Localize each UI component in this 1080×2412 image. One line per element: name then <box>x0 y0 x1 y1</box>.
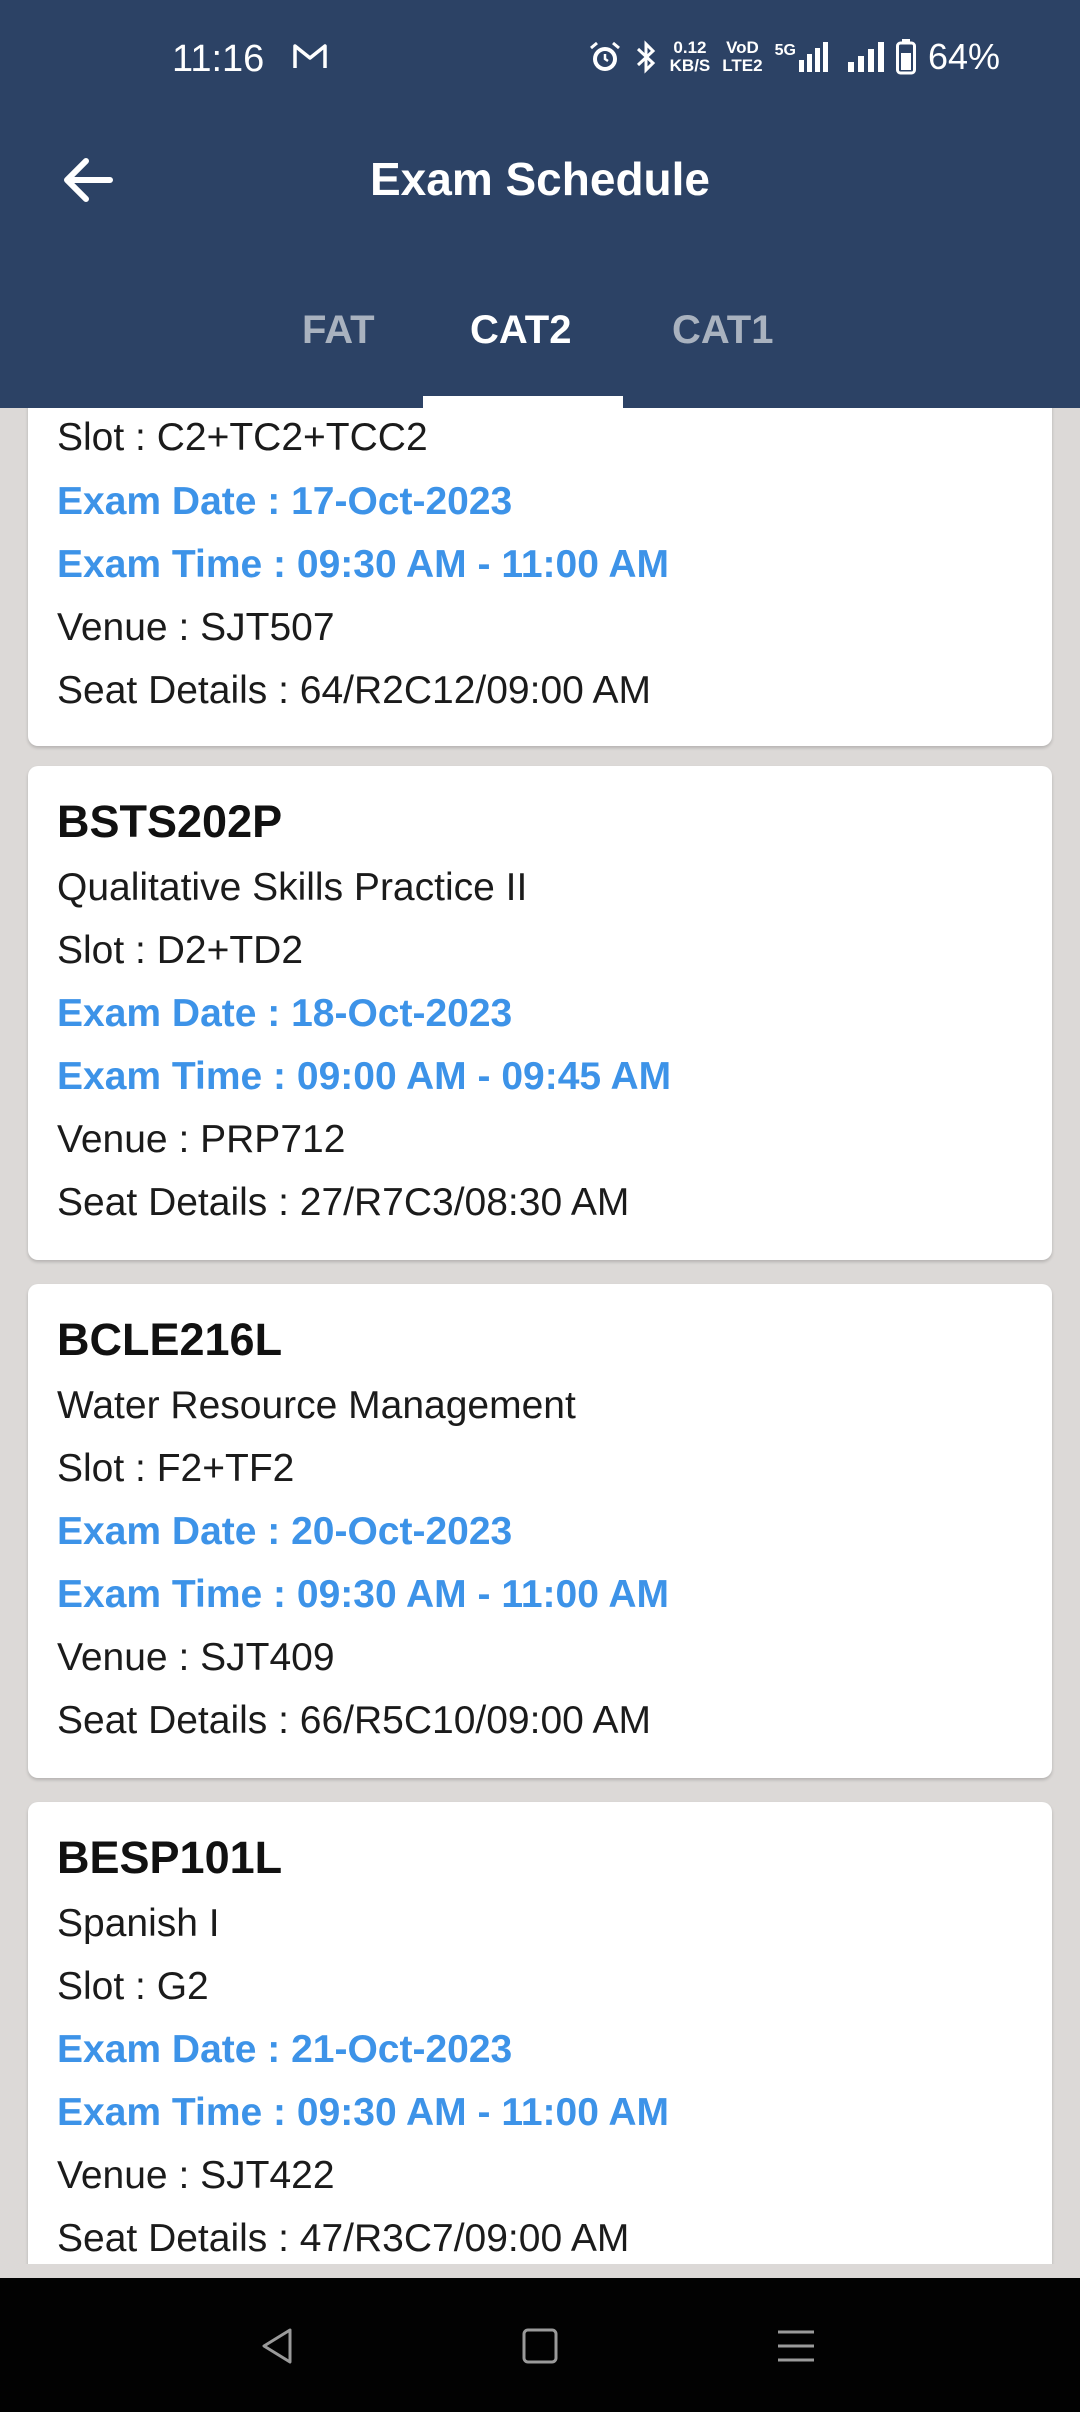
page-title: Exam Schedule <box>369 153 711 205</box>
tab-fat[interactable]: FAT <box>302 308 375 353</box>
exam-slot: Slot : C2+TC2+TCC2 <box>57 416 428 459</box>
course-name: Qualitative Skills Practice II <box>57 866 528 909</box>
exam-date: Exam Date : 18-Oct-2023 <box>57 992 513 1035</box>
exam-date: Exam Date : 21-Oct-2023 <box>57 2028 513 2071</box>
exam-time: Exam Time : 09:00 AM - 09:45 AM <box>57 1055 672 1098</box>
exam-seat: Seat Details : 66/R5C10/09:00 AM <box>57 1699 652 1742</box>
tab-bar: FAT CAT2 CAT1 <box>0 264 1080 408</box>
exam-seat: Seat Details : 64/R2C12/09:00 AM <box>57 669 652 712</box>
net-speed: 0.12 KB/S <box>669 38 711 75</box>
exam-venue: Venue : SJT422 <box>57 2154 335 2197</box>
exam-venue: Venue : SJT507 <box>57 606 335 649</box>
course-code: BCLE216L <box>57 1314 283 1365</box>
course-code: BESP101L <box>57 1832 283 1883</box>
exam-slot: Slot : F2+TF2 <box>57 1447 295 1490</box>
tab-cat1[interactable]: CAT1 <box>672 308 773 353</box>
gmail-icon <box>293 44 327 68</box>
nav-back-icon[interactable] <box>254 2322 302 2370</box>
signal-icon <box>847 42 884 72</box>
volte-indicator: VoD LTE2 <box>722 38 763 75</box>
alarm-icon <box>589 41 620 71</box>
battery-icon <box>895 39 916 75</box>
exam-time: Exam Time : 09:30 AM - 11:00 AM <box>57 1573 669 1616</box>
exam-time: Exam Time : 09:30 AM - 11:00 AM <box>57 2091 669 2134</box>
tab-indicator <box>423 396 623 408</box>
exam-list[interactable]: Slot : C2+TC2+TCC2 Exam Date : 17-Oct-20… <box>0 408 1080 2264</box>
exam-card: BSTS202P Qualitative Skills Practice II … <box>28 766 1052 1260</box>
course-name: Spanish I <box>57 1902 220 1945</box>
nav-home-icon[interactable] <box>516 2322 564 2370</box>
bluetooth-icon <box>636 40 655 74</box>
app-bar: Exam Schedule <box>0 96 1080 264</box>
exam-card: BCLE216L Water Resource Management Slot … <box>28 1284 1052 1778</box>
exam-card: BESP101L Spanish I Slot : G2 Exam Date :… <box>28 1802 1052 2264</box>
exam-date: Exam Date : 20-Oct-2023 <box>57 1510 513 1553</box>
status-time: 11:16 <box>172 38 265 80</box>
signal-5g: 5G <box>775 42 828 72</box>
exam-card: Slot : C2+TC2+TCC2 Exam Date : 17-Oct-20… <box>28 408 1052 746</box>
exam-slot: Slot : G2 <box>57 1965 209 2008</box>
exam-venue: Venue : PRP712 <box>57 1118 346 1161</box>
status-bar: 11:16 0.12 KB/S VoD LTE2 5G 64% <box>0 0 1080 96</box>
status-icons: 0.12 KB/S VoD LTE2 5G 64% <box>588 36 1000 78</box>
course-name: Water Resource Management <box>57 1384 576 1427</box>
exam-venue: Venue : SJT409 <box>57 1636 335 1679</box>
exam-seat: Seat Details : 47/R3C7/09:00 AM <box>57 2217 630 2260</box>
exam-seat: Seat Details : 27/R7C3/08:30 AM <box>57 1181 630 1224</box>
exam-slot: Slot : D2+TD2 <box>57 929 304 972</box>
course-code: BSTS202P <box>57 796 283 847</box>
nav-menu-icon[interactable] <box>772 2322 820 2370</box>
system-nav-bar <box>0 2278 1080 2412</box>
battery-percent: 64% <box>927 36 1000 77</box>
tab-cat2[interactable]: CAT2 <box>470 308 571 353</box>
exam-date: Exam Date : 17-Oct-2023 <box>57 480 513 523</box>
exam-time: Exam Time : 09:30 AM - 11:00 AM <box>57 543 669 586</box>
